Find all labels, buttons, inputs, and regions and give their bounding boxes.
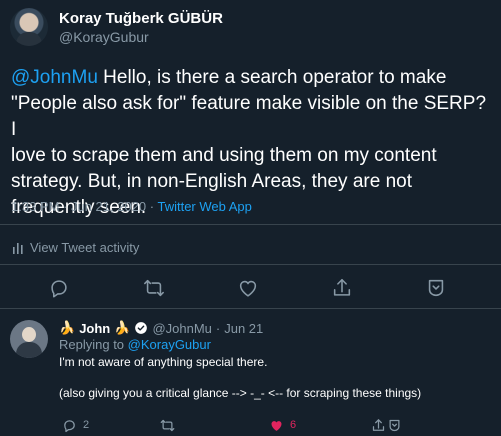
retweet-icon — [160, 419, 175, 431]
reply-text-line-1: I'm not aware of anything special there. — [59, 355, 268, 369]
divider — [0, 264, 501, 265]
reply-analytics-button[interactable] — [387, 417, 402, 433]
tweet-actions — [0, 277, 501, 301]
analytics-icon[interactable] — [425, 277, 447, 299]
divider — [0, 224, 501, 225]
replying-to-prefix: Replying to — [59, 337, 128, 352]
tweet-text-line-2: "People also ask for" feature make visib… — [11, 93, 487, 140]
tweet-text-line-4: strategy. But, in non-English Areas, the… — [11, 171, 412, 192]
reply-text-line-2: (also giving you a critical glance --> -… — [59, 386, 422, 400]
reply-share-button[interactable] — [371, 417, 386, 433]
reply-author-name[interactable]: John — [79, 321, 110, 336]
reply-count: 2 — [83, 419, 90, 431]
replying-to: Replying to @KorayGubur — [59, 337, 211, 352]
divider — [0, 308, 501, 309]
activity-label: View Tweet activity — [30, 240, 140, 255]
reply-date[interactable]: Jun 21 — [224, 321, 263, 336]
tweet-text-line-3: love to scrape them and using them on my… — [11, 145, 437, 166]
tweet-detail-view: Koray Tuğberk GÜBÜR @KorayGubur @JohnMu … — [0, 0, 501, 436]
share-icon[interactable] — [331, 277, 353, 299]
tweet-text-line-1: @JohnMu Hello, is there a search operato… — [11, 65, 495, 91]
replying-to-mention[interactable]: @KorayGubur — [128, 337, 211, 352]
verified-badge-icon — [135, 322, 148, 334]
like-count: 6 — [290, 419, 297, 431]
separator-dot: · — [215, 320, 221, 336]
reply-author-handle[interactable]: @JohnMu — [152, 321, 211, 336]
author-name[interactable]: Koray Tuğberk GÜBÜR — [59, 10, 223, 27]
reply-reply-button[interactable]: 2 — [62, 417, 89, 433]
share-icon — [372, 418, 385, 431]
tweet-text-fragment: Hello, is there a search operator to mak… — [97, 67, 447, 88]
tweet-source[interactable]: Twitter Web App — [157, 199, 251, 214]
like-icon[interactable] — [237, 277, 259, 299]
author-handle[interactable]: @KorayGubur — [59, 29, 149, 45]
reply-actions: 2 6 — [0, 417, 501, 433]
reply-author-avatar[interactable] — [10, 320, 48, 358]
reply-like-button[interactable]: 6 — [269, 417, 296, 433]
reply-icon[interactable] — [48, 277, 70, 299]
reply-icon — [64, 419, 75, 432]
mention-link[interactable]: @JohnMu — [11, 67, 98, 88]
tweet-meta: 1:33 PM · Jun 21, 2020 · Twitter Web App — [11, 199, 252, 214]
heart-filled-icon — [271, 420, 282, 431]
activity-bars-icon — [13, 242, 23, 254]
reply-retweet-button[interactable] — [160, 417, 175, 433]
retweet-icon[interactable] — [143, 277, 165, 299]
tweet-text: @JohnMu Hello, is there a search operato… — [11, 65, 495, 221]
analytics-icon — [389, 419, 400, 431]
tweet-timestamp[interactable]: 1:33 PM · Jun 21, 2020 · — [11, 199, 157, 214]
banana-emoji-icon: 🍌 — [59, 320, 76, 335]
banana-emoji-icon: 🍌 — [114, 320, 131, 335]
view-tweet-activity[interactable]: View Tweet activity — [12, 240, 139, 255]
reply-header: 🍌 John 🍌 @JohnMu · Jun 21 — [59, 320, 263, 336]
author-avatar[interactable] — [10, 8, 48, 46]
